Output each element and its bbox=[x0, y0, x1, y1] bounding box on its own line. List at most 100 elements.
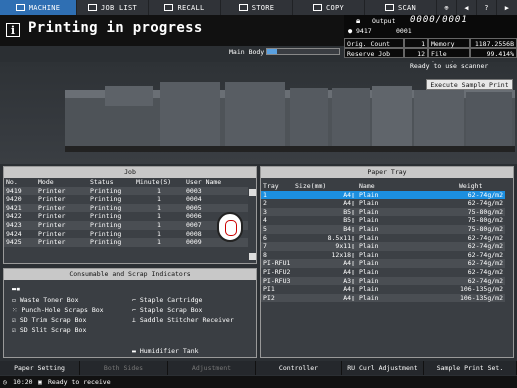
job-cell: 0003 bbox=[184, 186, 248, 196]
job-cell: Printer bbox=[36, 186, 88, 196]
job-cell: 1 bbox=[134, 203, 184, 213]
tray-row[interactable]: 8 12x18▯ Plain 62-74g/m2 bbox=[261, 250, 505, 260]
tray-cell: 106-135g/m2 bbox=[457, 285, 505, 294]
lock-icon: 🔒︎ bbox=[356, 16, 361, 25]
tray-cell: Plain bbox=[357, 276, 457, 286]
bottom-button-both-sides[interactable]: Both Sides bbox=[80, 361, 168, 375]
tray-row[interactable]: PI1 A4▯ Plain 106-135g/m2 bbox=[261, 285, 505, 294]
job-cell: Printer bbox=[36, 195, 88, 204]
reserve-job-label: Reserve Job bbox=[344, 48, 404, 58]
job-cell: 0005 bbox=[184, 203, 248, 213]
job-scroll-up-button[interactable] bbox=[249, 189, 256, 196]
job-scroll-down-button[interactable] bbox=[249, 253, 256, 260]
volume-icon[interactable]: ◀ bbox=[457, 0, 477, 15]
sd-slit-scrap-box: ☑ SD Slit Scrap Box bbox=[12, 326, 87, 334]
job-cell: 9425 bbox=[4, 238, 36, 247]
machine-icon bbox=[15, 4, 25, 11]
tab-recall[interactable]: RECALL bbox=[149, 0, 221, 15]
job-row[interactable]: 9423 Printer Printing 1 0007 bbox=[4, 220, 248, 230]
job-cell: 0004 bbox=[184, 195, 248, 204]
bottom-button-ru-curl-adjustment[interactable]: RU Curl Adjustment bbox=[342, 361, 424, 375]
tab-machine-label: MACHINE bbox=[28, 3, 61, 12]
ready-scanner-status: Ready to use scanner bbox=[410, 62, 489, 70]
tray-cell: A4▯ bbox=[293, 259, 357, 268]
tray-row[interactable]: 3 B5▯ Plain 75-80g/m2 bbox=[261, 207, 505, 217]
tab-job-list[interactable]: JOB LIST bbox=[77, 0, 149, 15]
bottom-button-controller[interactable]: Controller bbox=[256, 361, 342, 375]
job-cell: Printing bbox=[88, 238, 134, 247]
tray-cell: 5 bbox=[261, 224, 293, 234]
staple-cartridge-label: Staple Cartridge bbox=[139, 296, 203, 304]
tray-row[interactable]: PI-RFU2 A4▯ Plain 62-74g/m2 bbox=[261, 267, 505, 277]
tray-cell: 75-80g/m2 bbox=[457, 224, 505, 234]
tray-cell: A4▯ bbox=[293, 293, 357, 303]
tray-row[interactable]: PI-RFU3 A3▯ Plain 62-74g/m2 bbox=[261, 276, 505, 286]
orig-count-value: 1 bbox=[404, 38, 428, 48]
staple-scrap-box-label: Staple Scrap Box bbox=[139, 306, 203, 314]
job-cell: Printing bbox=[88, 220, 134, 230]
tray-cell: 8 bbox=[261, 250, 293, 260]
job-cell: 9421 bbox=[4, 203, 36, 213]
bottom-button-paper-setting[interactable]: Paper Setting bbox=[0, 361, 80, 375]
tray-cell: 9x11▯ bbox=[293, 242, 357, 251]
job-cell: 9423 bbox=[4, 220, 36, 230]
job-row[interactable]: 9419 Printer Printing 1 0003 bbox=[4, 186, 248, 196]
job-cell: 9419 bbox=[4, 186, 36, 196]
job-col-mode: Mode bbox=[38, 178, 54, 186]
bottom-button-sample-print-set[interactable]: Sample Print Set. bbox=[424, 361, 517, 375]
paper-tray-panel: Paper Tray Tray Size(mm) Name Weight 1 A4… bbox=[260, 166, 514, 358]
output-value: 0000/0001 bbox=[410, 15, 468, 25]
execute-sample-print-button[interactable]: Execute Sample Print bbox=[426, 79, 513, 90]
job-row[interactable]: 9424 Printer Printing 1 0008 bbox=[4, 229, 248, 239]
tray-cell: 75-80g/m2 bbox=[457, 207, 505, 217]
tray-cell: Plain bbox=[357, 216, 457, 225]
tray-row[interactable]: PI-RFU1 A4▯ Plain 62-74g/m2 bbox=[261, 259, 505, 268]
tray-cell: 62-74g/m2 bbox=[457, 190, 505, 200]
globe-icon[interactable]: ⊕ bbox=[437, 0, 457, 15]
tray-cell: 1 bbox=[261, 190, 293, 200]
tray-cell: 62-74g/m2 bbox=[457, 250, 505, 260]
clock-icon: ◷ bbox=[3, 378, 7, 386]
tray-cell: 62-74g/m2 bbox=[457, 233, 505, 243]
right-arrow-icon[interactable]: ▶ bbox=[497, 0, 517, 15]
tray-col-name: Name bbox=[359, 182, 375, 190]
tab-store[interactable]: STORE bbox=[221, 0, 293, 15]
job-row[interactable]: 9422 Printer Printing 1 0006 bbox=[4, 212, 248, 221]
job-row[interactable]: 9420 Printer Printing 1 0004 bbox=[4, 195, 248, 204]
job-cell: Printing bbox=[88, 195, 134, 204]
bottom-button-adjustment[interactable]: Adjustment bbox=[168, 361, 256, 375]
saddle-stitcher-receiver: ⊥ Saddle Stitcher Receiver bbox=[132, 316, 234, 324]
job-cell: Printer bbox=[36, 220, 88, 230]
tray-cell: 2 bbox=[261, 199, 293, 208]
tray-row[interactable]: PI2 A4▯ Plain 106-135g/m2 bbox=[261, 293, 505, 303]
job-row[interactable]: 9425 Printer Printing 1 0009 bbox=[4, 238, 248, 247]
tab-machine[interactable]: MACHINE bbox=[0, 0, 77, 15]
tray-cell: A4▯ bbox=[293, 199, 357, 208]
tray-row[interactable]: 4 B5▯ Plain 75-80g/m2 bbox=[261, 216, 505, 225]
consumables-title: Consumable and Scrap Indicators bbox=[4, 269, 256, 280]
tray-row[interactable]: 2 A4▯ Plain 62-74g/m2 bbox=[261, 199, 505, 208]
tray-cell: 12x18▯ bbox=[293, 250, 357, 260]
tray-row[interactable]: 5 B4▯ Plain 75-80g/m2 bbox=[261, 224, 505, 234]
tab-copy[interactable]: COPY bbox=[293, 0, 365, 15]
tray-cell: PI1 bbox=[261, 285, 293, 294]
job-count: 0001 bbox=[396, 27, 412, 35]
job-row[interactable]: 9421 Printer Printing 1 0005 bbox=[4, 203, 248, 213]
tray-row[interactable]: 7 9x11▯ Plain 62-74g/m2 bbox=[261, 242, 505, 251]
status-message-icon: ▣ bbox=[38, 378, 42, 386]
top-tab-bar: MACHINE JOB LIST RECALL STORE COPY SCAN … bbox=[0, 0, 517, 15]
tab-scan[interactable]: SCAN bbox=[365, 0, 437, 15]
scan-icon bbox=[384, 4, 394, 11]
job-cell: Printing bbox=[88, 212, 134, 221]
tray-cell: 75-80g/m2 bbox=[457, 216, 505, 225]
tray-row[interactable]: 6 8.5x11▯ Plain 62-74g/m2 bbox=[261, 233, 505, 243]
tray-cell: Plain bbox=[357, 224, 457, 234]
tray-cell: A3▯ bbox=[293, 276, 357, 286]
job-cell: 9422 bbox=[4, 212, 36, 221]
info-icon[interactable]: i bbox=[6, 23, 20, 37]
tray-cell: PI-RFU2 bbox=[261, 267, 293, 277]
main-body-label: Main Body bbox=[229, 48, 265, 56]
job-panel: Job No. Mode Status Minute(S) User Name … bbox=[3, 166, 257, 264]
help-icon[interactable]: ? bbox=[477, 0, 497, 15]
tray-row[interactable]: 1 A4▯ Plain 62-74g/m2 bbox=[261, 190, 505, 200]
